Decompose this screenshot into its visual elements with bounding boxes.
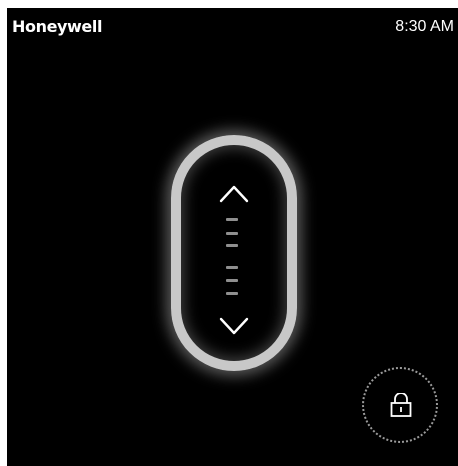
decrease-button[interactable] [218,315,250,339]
tick-mark [226,218,238,221]
tick-mark [226,266,238,269]
lock-button[interactable] [362,367,438,443]
temperature-adjust-capsule[interactable] [171,135,297,371]
thermostat-screen: Honeywell 8:30 AM [7,8,458,466]
tick-mark [226,279,238,282]
adjust-ticks [226,218,242,310]
tick-mark [226,292,238,295]
increase-button[interactable] [218,181,250,205]
tick-mark [226,244,238,247]
unlock-icon [390,393,412,417]
clock-time: 8:30 AM [395,18,454,35]
tick-mark [226,232,238,235]
brand-logo: Honeywell [12,17,103,36]
chevron-down-icon [219,317,249,335]
chevron-up-icon [219,185,249,203]
